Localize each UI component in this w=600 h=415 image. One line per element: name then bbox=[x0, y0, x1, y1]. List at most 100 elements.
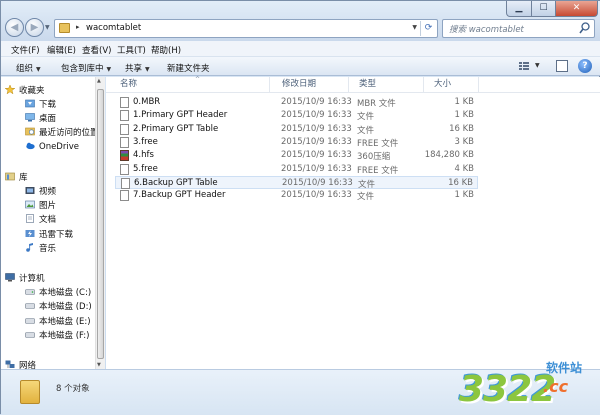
refresh-button[interactable]: ⟳ bbox=[420, 21, 436, 36]
new-folder-button[interactable]: 新建文件夹 bbox=[167, 62, 210, 74]
watermark-domain: .cc bbox=[543, 377, 569, 396]
close-button[interactable]: ✕ bbox=[555, 1, 598, 17]
nav-disk-d[interactable]: 本地磁盘 (D:) bbox=[25, 300, 92, 313]
file-row[interactable]: 4.hfs 2015/10/9 16:33 360压缩 184,280 KB bbox=[115, 149, 478, 162]
cloud-icon bbox=[26, 142, 35, 150]
back-button[interactable]: ◀ bbox=[5, 18, 24, 37]
nav-documents[interactable]: 文档 bbox=[25, 213, 56, 226]
nav-libraries[interactable]: 库 bbox=[5, 171, 28, 184]
nav-favorites[interactable]: 收藏夹 bbox=[5, 84, 45, 97]
column-header-name[interactable]: 名称 bbox=[110, 77, 270, 93]
file-name: 4.hfs bbox=[133, 150, 154, 161]
watermark-logo: 3322 软件站 .cc bbox=[447, 351, 599, 413]
file-type: 文件 bbox=[357, 112, 375, 123]
nav-disk-d-label: 本地磁盘 (D:) bbox=[39, 302, 92, 312]
breadcrumb-separator[interactable]: ▸ bbox=[76, 23, 80, 31]
file-name: 3.free bbox=[133, 136, 158, 147]
file-size: 4 KB bbox=[454, 163, 474, 174]
column-header-bar: ^ 名称 修改日期 类型 大小 bbox=[106, 76, 600, 93]
nav-disk-c-label: 本地磁盘 (C:) bbox=[39, 288, 92, 298]
nav-computer[interactable]: 计算机 bbox=[5, 272, 45, 285]
network-icon bbox=[5, 360, 15, 368]
file-size: 16 KB bbox=[449, 123, 474, 134]
file-icon bbox=[120, 110, 129, 122]
scrollbar-thumb[interactable] bbox=[97, 89, 104, 359]
menu-view[interactable]: 查看(V) bbox=[82, 44, 111, 56]
file-row[interactable]: 0.MBR 2015/10/9 16:33 MBR 文件 1 KB bbox=[115, 96, 478, 109]
nav-scrollbar[interactable]: ▲ ▼ bbox=[95, 77, 105, 369]
file-row[interactable]: 1.Primary GPT Header 2015/10/9 16:33 文件 1 K… bbox=[115, 109, 478, 122]
scroll-down-icon[interactable]: ▼ bbox=[97, 362, 101, 368]
file-row[interactable]: 2.Primary GPT Table 2015/10/9 16:33 文件 16 K… bbox=[115, 123, 478, 136]
nav-desktop[interactable]: 桌面 bbox=[25, 112, 56, 125]
explorer-window: ◀ ▶ ▼ ▸ wacomtablet ▼ ⟳ 搜索 wacomtablet ▁… bbox=[0, 0, 600, 415]
menu-help[interactable]: 帮助(H) bbox=[151, 44, 181, 56]
nav-documents-label: 文档 bbox=[39, 215, 57, 225]
downloads-icon bbox=[25, 99, 35, 108]
file-type: 文件 bbox=[358, 179, 376, 190]
forward-button[interactable]: ▶ bbox=[25, 18, 44, 37]
file-icon bbox=[120, 97, 129, 108]
watermark-number: 3322 bbox=[459, 369, 556, 410]
file-row[interactable]: 7.Backup GPT Header 2015/10/9 16:33 文件 1 KB bbox=[115, 189, 478, 202]
menu-file[interactable]: 文件(F) bbox=[11, 44, 40, 56]
nav-thunder[interactable]: 迅雷下载 bbox=[25, 228, 73, 241]
nav-disk-e[interactable]: 本地磁盘 (E:) bbox=[25, 315, 91, 328]
scroll-up-icon[interactable]: ▲ bbox=[97, 78, 101, 84]
nav-downloads[interactable]: 下载 bbox=[25, 98, 56, 111]
column-header-type[interactable]: 类型 bbox=[349, 77, 424, 93]
include-in-library-button[interactable]: 包含到库中 ▼ bbox=[61, 62, 111, 74]
back-arrow-icon: ◀ bbox=[10, 22, 19, 33]
nav-recent[interactable]: 最近访问的位置 bbox=[25, 126, 99, 139]
menu-edit[interactable]: 编辑(E) bbox=[47, 44, 76, 56]
picture-icon bbox=[25, 200, 35, 209]
watermark-site: 软件站 bbox=[546, 361, 583, 375]
view-dropdown-icon[interactable]: ▼ bbox=[535, 62, 540, 69]
maximize-button[interactable]: ☐ bbox=[531, 1, 556, 17]
star-icon bbox=[5, 85, 15, 94]
search-input[interactable]: 搜索 wacomtablet bbox=[449, 23, 524, 35]
file-row[interactable]: 3.free 2015/10/9 16:33 FREE 文件 3 KB bbox=[115, 136, 478, 149]
file-row[interactable]: 6.Backup GPT Table 2015/10/9 16:33 文件 16 KB bbox=[115, 175, 478, 190]
forward-arrow-icon: ▶ bbox=[30, 22, 39, 33]
nav-disk-f[interactable]: 本地磁盘 (F:) bbox=[25, 329, 89, 342]
nav-thunder-label: 迅雷下载 bbox=[39, 230, 74, 240]
video-icon bbox=[25, 187, 35, 194]
column-header-size[interactable]: 大小 bbox=[424, 77, 479, 93]
archive-file-icon bbox=[120, 150, 129, 162]
navigation-pane: 收藏夹 下载 桌面 最近访问的位置 OneDrive 库 视频 图片 文档 迅雷… bbox=[1, 77, 99, 371]
search-icon[interactable] bbox=[579, 22, 590, 35]
share-button[interactable]: 共享 ▼ bbox=[125, 62, 150, 74]
file-icon bbox=[120, 163, 129, 175]
nav-music[interactable]: 音乐 bbox=[25, 242, 56, 255]
file-size: 1 KB bbox=[454, 190, 474, 201]
column-header-date[interactable]: 修改日期 bbox=[272, 77, 349, 93]
folder-icon bbox=[59, 23, 70, 33]
organize-label: 组织 bbox=[16, 64, 34, 74]
file-name: 7.Backup GPT Header bbox=[133, 190, 226, 201]
computer-icon bbox=[5, 273, 15, 282]
address-bar[interactable]: ▸ wacomtablet ▼ ⟳ bbox=[54, 19, 438, 38]
minimize-button[interactable]: ▁ bbox=[506, 1, 532, 17]
document-icon bbox=[26, 214, 34, 223]
nav-pictures[interactable]: 图片 bbox=[25, 199, 56, 212]
file-icon bbox=[120, 123, 129, 135]
nav-disk-c[interactable]: 本地磁盘 (C:) bbox=[25, 286, 91, 299]
music-icon bbox=[26, 243, 33, 252]
view-options-icon[interactable] bbox=[518, 60, 530, 72]
help-icon[interactable]: ? bbox=[578, 59, 592, 73]
search-box[interactable]: 搜索 wacomtablet bbox=[442, 19, 595, 38]
menu-tools[interactable]: 工具(T) bbox=[117, 44, 146, 56]
address-dropdown-icon[interactable]: ▼ bbox=[412, 24, 417, 31]
nav-music-label: 音乐 bbox=[39, 244, 57, 254]
drive-icon bbox=[25, 303, 35, 309]
breadcrumb-wacomtablet[interactable]: wacomtablet bbox=[86, 23, 141, 33]
preview-pane-icon[interactable] bbox=[556, 60, 568, 72]
nav-onedrive[interactable]: OneDrive bbox=[25, 141, 79, 154]
recent-pages-dropdown[interactable]: ▼ bbox=[45, 23, 53, 33]
library-icon bbox=[5, 172, 15, 181]
file-row[interactable]: 5.free 2015/10/9 16:33 FREE 文件 4 KB bbox=[115, 163, 478, 176]
file-type: MBR 文件 bbox=[357, 99, 396, 109]
organize-button[interactable]: 组织 ▼ bbox=[16, 62, 41, 74]
nav-videos[interactable]: 视频 bbox=[25, 185, 56, 198]
